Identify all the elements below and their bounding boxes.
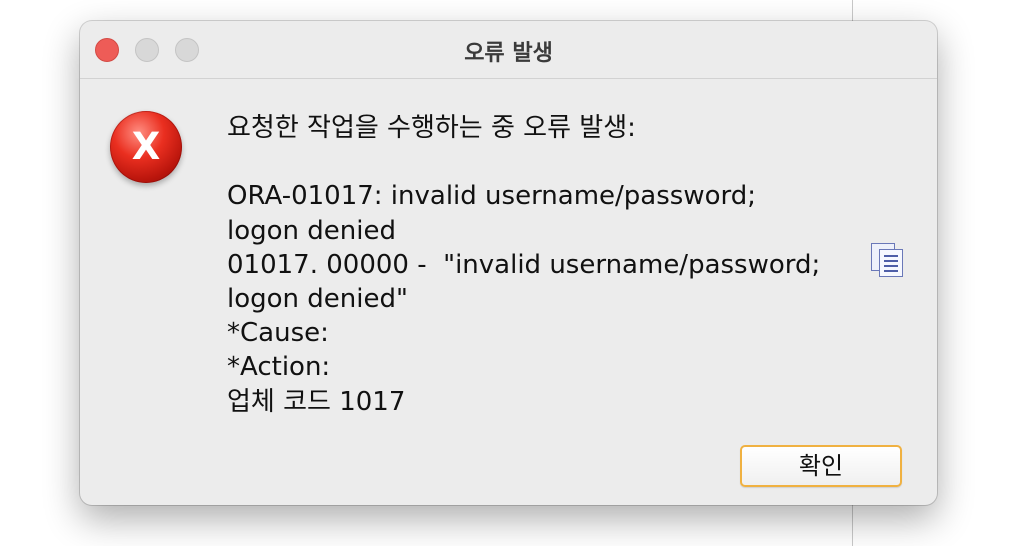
copy-icon-line bbox=[884, 265, 898, 267]
message-line: 요청한 작업을 수행하는 중 오류 발생: bbox=[227, 113, 636, 143]
copy-icon[interactable] bbox=[871, 243, 905, 277]
error-dialog: 오류 발생 X 요청한 작업을 수행하는 중 오류 발생: ORA-01017:… bbox=[80, 21, 937, 505]
message-line: ORA-01017: invalid username/password; bbox=[227, 181, 756, 212]
dialog-title: 오류 발생 bbox=[464, 41, 553, 66]
message-line: *Action: bbox=[227, 352, 331, 383]
message-line: 01017. 00000 - "invalid username/passwor… bbox=[227, 249, 821, 280]
copy-icon-line bbox=[884, 260, 898, 262]
message-line: logon denied" bbox=[227, 284, 408, 314]
copy-icon-line bbox=[884, 255, 898, 257]
message-line: *Cause: bbox=[227, 318, 329, 349]
message-line: logon denied bbox=[227, 215, 396, 246]
ok-button[interactable]: 확인 bbox=[740, 445, 902, 487]
error-message: 요청한 작업을 수행하는 중 오류 발생: ORA-01017: invalid… bbox=[227, 111, 877, 419]
message-line: 업체 코드 1017 bbox=[227, 386, 406, 417]
title-bar[interactable]: 오류 발생 bbox=[80, 21, 937, 79]
error-icon-glyph: X bbox=[131, 125, 161, 168]
copy-icon-line bbox=[884, 270, 898, 272]
error-icon: X bbox=[110, 111, 182, 183]
copy-icon-front-page bbox=[879, 249, 903, 277]
